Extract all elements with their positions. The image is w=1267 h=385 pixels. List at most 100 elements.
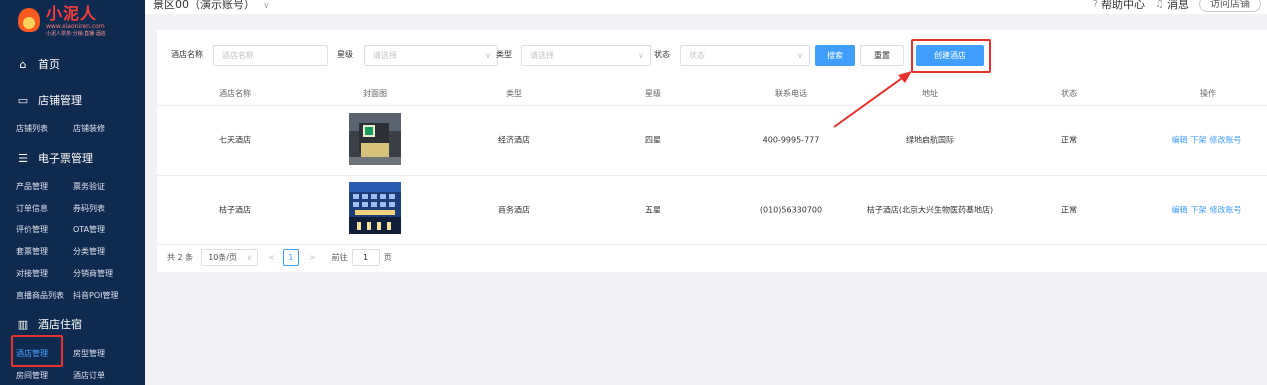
logo-tagline: 小泥人票务·分销·直播·酒店 xyxy=(46,31,106,37)
sidebar: 小泥人 www.xiaoniren.com 小泥人票务·分销·直播·酒店 ⌂ 首… xyxy=(0,0,145,385)
sidebar-item[interactable]: 票务验证 xyxy=(73,181,105,192)
search-button[interactable]: 搜索 xyxy=(815,45,855,66)
goto-page-input[interactable]: 1 xyxy=(351,249,380,266)
star-select[interactable]: 请选择 ∨ xyxy=(364,45,498,66)
chevron-down-icon: ∨ xyxy=(246,253,253,262)
sidebar-section-hotel[interactable]: ▥ 酒店住宿 xyxy=(16,316,82,332)
hotel-star-cell: 四星 xyxy=(645,135,661,145)
sidebar-item[interactable]: OTA管理 xyxy=(73,224,105,235)
hotel-address-cell: 桔子酒店(北京大兴生物医药基地店) xyxy=(866,205,994,215)
sidebar-section-ticket[interactable]: ☰ 电子票管理 xyxy=(16,150,93,166)
top-header: 景区00（演示账号） ∨ ? 帮助中心 ♫ 消息 访问店铺 xyxy=(145,0,1267,14)
modify-account-link[interactable]: 修改账号 xyxy=(1210,206,1242,215)
home-icon: ⌂ xyxy=(19,57,27,71)
column-header: 封面图 xyxy=(363,89,387,98)
messages-label: 消息 xyxy=(1167,0,1189,11)
logo[interactable]: 小泥人 www.xiaoniren.com 小泥人票务·分销·直播·酒店 xyxy=(16,2,136,40)
help-icon: ? xyxy=(1092,0,1099,10)
reset-button[interactable]: 重置 xyxy=(860,45,904,66)
page-size-value: 10条/页 xyxy=(208,253,238,262)
sidebar-section-label: 店铺管理 xyxy=(38,94,82,107)
sidebar-item[interactable]: 分销商管理 xyxy=(73,268,113,279)
account-selector[interactable]: 景区00（演示账号） ∨ xyxy=(153,0,270,12)
sidebar-item-room-type-management[interactable]: 房型管理 xyxy=(73,348,105,359)
column-header: 操作 xyxy=(1200,89,1216,98)
highlight-box xyxy=(911,39,991,73)
goto-prefix: 前往 xyxy=(331,253,348,262)
column-header: 状态 xyxy=(1061,89,1077,98)
delist-link[interactable]: 下架 xyxy=(1191,136,1207,145)
goto-page: 前往 1 页 xyxy=(332,249,392,266)
hotel-status-cell: 正常 xyxy=(1061,205,1077,215)
hotel-name-label: 酒店名称 xyxy=(171,50,203,59)
status-select[interactable]: 状态 ∨ xyxy=(680,45,810,66)
goto-suffix: 页 xyxy=(383,253,392,262)
row-actions: 编辑 下架 修改账号 xyxy=(1172,205,1245,216)
table-header: 酒店名称 封面图 类型 星级 联系电话 地址 状态 操作 xyxy=(157,82,1267,106)
sidebar-item-home[interactable]: ⌂ 首页 xyxy=(16,56,61,72)
chevron-down-icon: ∨ xyxy=(638,51,644,60)
hotel-icon: ▥ xyxy=(17,317,29,331)
hotel-name-cell: 七天酒店 xyxy=(219,135,251,145)
hotel-star-cell: 五星 xyxy=(645,205,661,215)
hotel-address-cell: 绿地启航国际 xyxy=(906,135,954,145)
sidebar-section-shop[interactable]: ▭ 店铺管理 xyxy=(16,92,82,108)
status-label: 状态 xyxy=(654,50,670,59)
type-select[interactable]: 请选择 ∨ xyxy=(521,45,651,66)
chevron-down-icon: ∨ xyxy=(263,1,270,11)
column-header: 星级 xyxy=(645,89,661,98)
messages-link[interactable]: ♫ 消息 xyxy=(1155,0,1189,12)
table-row: 桔子酒店 商务酒店 五星 (010)56330700 桔子酒店(北京大兴生物医药… xyxy=(157,176,1267,245)
type-select-placeholder: 请选择 xyxy=(530,51,554,60)
hotel-type-cell: 商务酒店 xyxy=(498,205,530,215)
sidebar-item-label: 首页 xyxy=(38,58,60,71)
modify-account-link[interactable]: 修改账号 xyxy=(1210,136,1242,145)
help-center-link[interactable]: ? 帮助中心 xyxy=(1093,0,1145,12)
chevron-down-icon: ∨ xyxy=(485,51,491,60)
sidebar-item[interactable]: 券码列表 xyxy=(73,203,105,214)
hotel-status-cell: 正常 xyxy=(1061,135,1077,145)
column-header: 地址 xyxy=(922,89,938,98)
column-header: 联系电话 xyxy=(775,89,807,98)
total-count: 共 2 条 xyxy=(167,253,194,262)
edit-link[interactable]: 编辑 xyxy=(1172,206,1188,215)
column-header: 类型 xyxy=(506,89,522,98)
hotel-list-card: 酒店名称 酒店名称 星级 请选择 ∨ 类型 请选择 ∨ 状态 状态 ∨ 搜索 重置 创… xyxy=(157,30,1267,272)
sidebar-item-hotel-orders[interactable]: 酒店订单 xyxy=(73,370,105,381)
page-number[interactable]: 1 xyxy=(282,249,299,266)
account-title: 景区00（演示账号） xyxy=(153,0,255,11)
logo-url: www.xiaoniren.com xyxy=(46,23,105,30)
prev-page-icon[interactable]: < xyxy=(268,253,275,262)
sidebar-item[interactable]: 分类管理 xyxy=(73,246,105,257)
delist-link[interactable]: 下架 xyxy=(1191,206,1207,215)
sidebar-item[interactable]: 套票管理 xyxy=(16,246,73,257)
hotel-phone-cell: (010)56330700 xyxy=(759,205,823,215)
logo-mascot-icon xyxy=(16,8,42,34)
table-row: 七天酒店 经济酒店 四星 400-9995-777 绿地启航国际 正常 编辑 下架… xyxy=(157,106,1267,176)
sidebar-item-shop-list[interactable]: 店铺列表 xyxy=(16,123,73,134)
next-page-icon[interactable]: > xyxy=(309,253,316,262)
sidebar-item[interactable]: 对接管理 xyxy=(16,268,73,279)
sidebar-section-label: 酒店住宿 xyxy=(38,318,82,331)
sidebar-item[interactable]: 直播商品列表 xyxy=(16,290,73,301)
sidebar-item-room-management[interactable]: 房间管理 xyxy=(16,370,73,381)
sidebar-item-shop-decoration[interactable]: 店铺装修 xyxy=(73,123,105,134)
hotel-name-input[interactable]: 酒店名称 xyxy=(213,45,328,66)
shop-icon: ▭ xyxy=(17,93,29,107)
sidebar-item[interactable]: 订单信息 xyxy=(16,203,73,214)
status-select-placeholder: 状态 xyxy=(689,51,705,60)
star-label: 星级 xyxy=(337,50,353,59)
sidebar-item[interactable]: 产品管理 xyxy=(16,181,73,192)
sidebar-section-label: 电子票管理 xyxy=(38,152,93,165)
edit-link[interactable]: 编辑 xyxy=(1172,136,1188,145)
hotel-type-cell: 经济酒店 xyxy=(498,135,530,145)
hotel-name-cell: 桔子酒店 xyxy=(219,205,251,215)
visit-store-button[interactable]: 访问店铺 xyxy=(1199,0,1261,12)
sidebar-item[interactable]: 抖音POI管理 xyxy=(73,290,118,301)
page-size-select[interactable]: 10条/页 ∨ xyxy=(201,249,259,266)
pagination: 共 2 条 10条/页 ∨ < 1 > 前往 1 页 xyxy=(167,249,392,266)
sidebar-item[interactable]: 评价管理 xyxy=(16,224,73,235)
highlight-box xyxy=(11,335,63,367)
chevron-down-icon: ∨ xyxy=(797,51,803,60)
bell-icon: ♫ xyxy=(1155,0,1164,10)
